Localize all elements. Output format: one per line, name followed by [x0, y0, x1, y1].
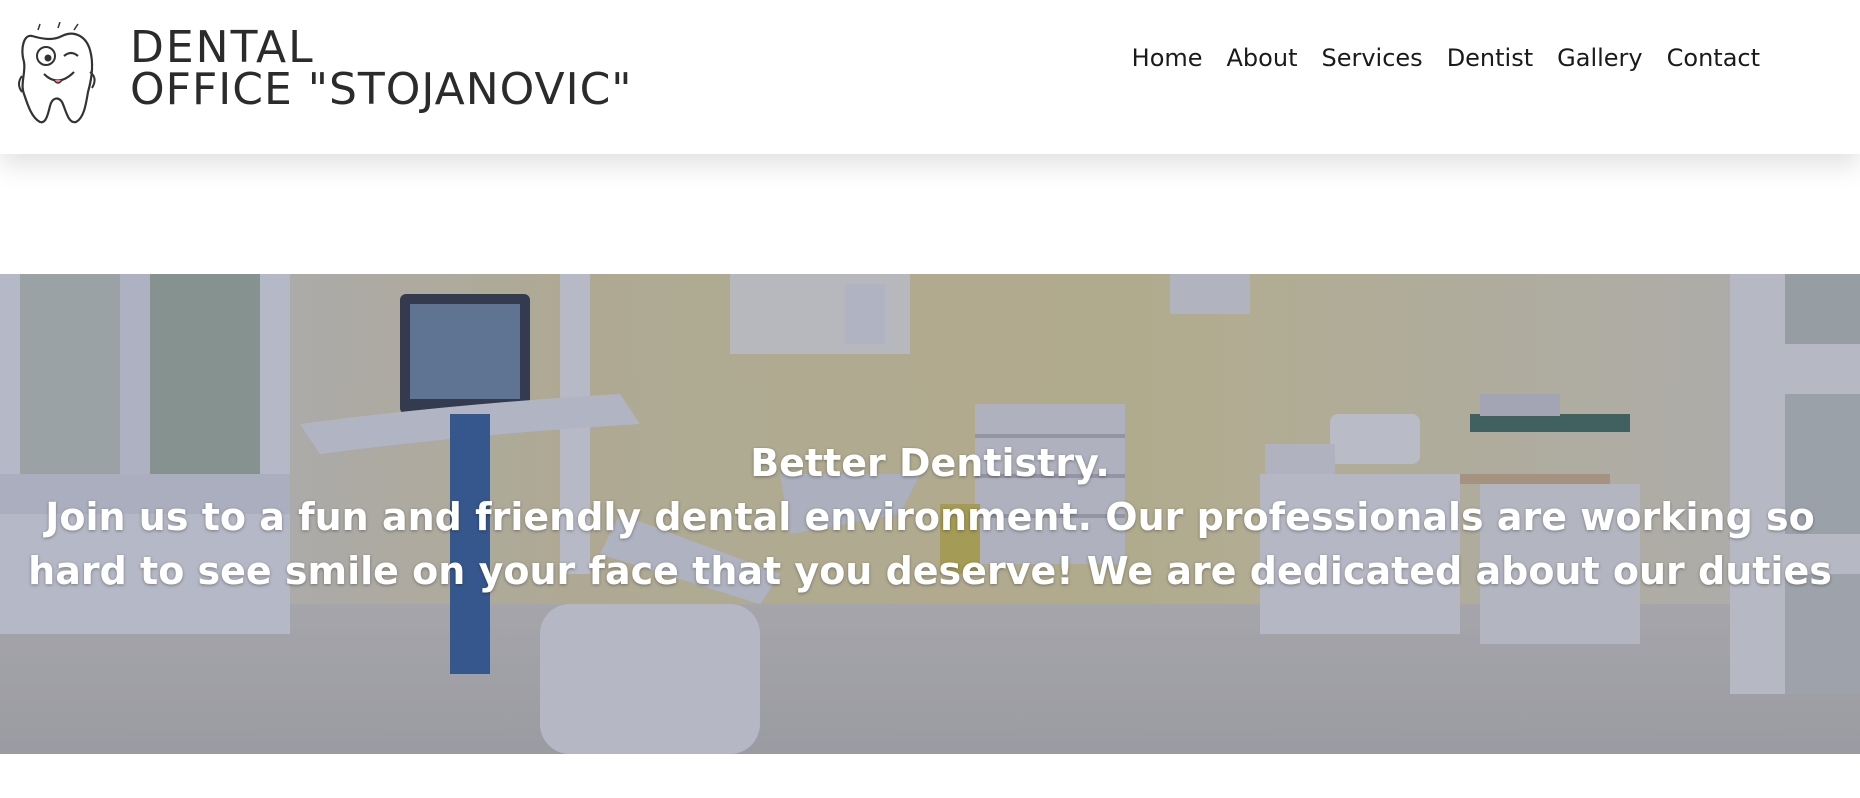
nav-gallery[interactable]: Gallery	[1557, 44, 1642, 72]
main-nav: Home About Services Dentist Gallery Cont…	[1132, 40, 1760, 76]
nav-about[interactable]: About	[1227, 44, 1298, 72]
site-header: DENTAL OFFICE "STOJANOVIC" Home About Se…	[0, 0, 1860, 154]
hero-text: Better Dentistry. Join us to a fun and f…	[0, 436, 1860, 598]
nav-dentist[interactable]: Dentist	[1447, 44, 1533, 72]
logo-subtitle: OFFICE "STOJANOVIC"	[130, 64, 633, 115]
logo-text: DENTAL OFFICE "STOJANOVIC"	[130, 26, 633, 112]
hero-section: Better Dentistry. Join us to a fun and f…	[0, 274, 1860, 754]
nav-contact[interactable]: Contact	[1667, 44, 1760, 72]
hero-subtitle: Join us to a fun and friendly dental env…	[28, 495, 1832, 593]
hero-title: Better Dentistry.	[750, 441, 1110, 485]
tooth-mascot-icon	[18, 22, 96, 124]
nav-home[interactable]: Home	[1132, 44, 1203, 72]
nav-services[interactable]: Services	[1321, 44, 1422, 72]
